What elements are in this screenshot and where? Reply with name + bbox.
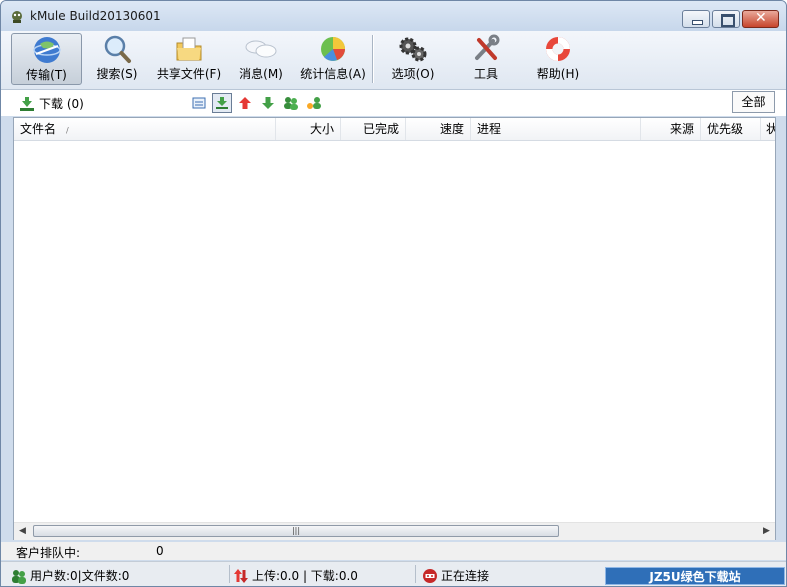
- site-watermark: JZ5U绿色下载站 www.jz5u.com: [605, 567, 785, 585]
- minimize-icon: [692, 20, 703, 25]
- window-list-icon: [192, 97, 206, 109]
- all-filter-button[interactable]: 全部: [732, 91, 775, 113]
- column-status[interactable]: 状: [761, 118, 775, 140]
- status-divider: [415, 565, 416, 583]
- download-arrow-icon: [20, 96, 34, 111]
- client-queue-row: 客户排队中: 0: [1, 542, 786, 560]
- status-divider: [229, 565, 230, 583]
- list-header: 文件名/ 大小 已完成 速度 进程 来源 优先级 状: [14, 118, 775, 141]
- maximize-button[interactable]: [712, 10, 740, 28]
- pie-chart-icon: [321, 37, 345, 61]
- scrollbar-thumb[interactable]: |||: [33, 525, 559, 537]
- queue-value: 0: [156, 544, 164, 558]
- toolbar-search-button[interactable]: 搜索(S): [89, 33, 145, 85]
- download-arrow-icon: [216, 97, 228, 109]
- main-toolbar: 传输(T) 搜索(S) 共享文件(F) 消息(M) 统计信息(A) 选项(O) …: [1, 31, 786, 90]
- scroll-left-arrow-icon[interactable]: ◀: [19, 526, 26, 536]
- chat-bubbles-icon: [245, 40, 277, 58]
- connection-status-icon: [423, 568, 437, 583]
- sources-view-button[interactable]: [304, 93, 324, 113]
- column-speed[interactable]: 速度: [406, 118, 471, 140]
- toolbar-messages-button[interactable]: 消息(M): [234, 33, 288, 85]
- horizontal-scrollbar[interactable]: ◀ ||| ▶: [14, 522, 775, 540]
- close-button[interactable]: ✕: [742, 10, 779, 28]
- clients-view-button[interactable]: [281, 93, 301, 113]
- status-connection: 正在连接: [422, 567, 489, 584]
- close-icon: ✕: [755, 10, 767, 26]
- upload-arrow-icon: [239, 97, 251, 109]
- column-completed[interactable]: 已完成: [341, 118, 406, 140]
- downloads-view-button[interactable]: [212, 93, 232, 113]
- title-bar[interactable]: kMule Build20130601 ✕: [1, 1, 786, 31]
- status-users-files: 用户数:0|文件数:0: [11, 567, 129, 584]
- users-files-text: 用户数:0|文件数:0: [30, 569, 130, 583]
- minimize-button[interactable]: [682, 10, 710, 28]
- toolbar-search-label: 搜索(S): [96, 67, 138, 81]
- status-transfer-rates: 上传:0.0 | 下载:0.0: [233, 567, 358, 584]
- download-queue-button[interactable]: [258, 93, 278, 113]
- status-bar: 用户数:0|文件数:0 上传:0.0 | 下载:0.0 正在连接 JZ5U绿色下…: [1, 561, 786, 586]
- toolbar-statistics-button[interactable]: 统计信息(A): [297, 33, 369, 85]
- toolbar-tools-label: 工具: [473, 67, 498, 81]
- sort-indicator-icon: /: [66, 126, 69, 135]
- toolbar-help-label: 帮助(H): [536, 67, 580, 81]
- column-size[interactable]: 大小: [276, 118, 341, 140]
- maximize-icon: [721, 14, 735, 27]
- column-sources[interactable]: 来源: [641, 118, 701, 140]
- view-toggle-group: [189, 93, 324, 113]
- scroll-right-arrow-icon[interactable]: ▶: [763, 526, 770, 536]
- toolbar-shared-files-label: 共享文件(F): [156, 67, 222, 81]
- split-view-button[interactable]: [189, 93, 209, 113]
- up-down-arrows-icon: [234, 568, 248, 583]
- users-icon: [12, 569, 26, 584]
- queue-label: 客户排队中:: [16, 546, 81, 560]
- toolbar-options-label: 选项(O): [391, 67, 435, 81]
- gears-icon: [399, 37, 427, 62]
- globe-transfer-icon: [32, 37, 61, 63]
- users-group-icon: [284, 97, 298, 110]
- download-count-label: 下载 (0): [39, 97, 84, 111]
- column-priority[interactable]: 优先级: [701, 118, 761, 140]
- uploads-view-button[interactable]: [235, 93, 255, 113]
- tools-icon: [475, 34, 500, 60]
- kmule-window: kMule Build20130601 ✕ 传输(T) 搜索(S) 共享文件(F…: [0, 0, 787, 587]
- column-filename[interactable]: 文件名 /: [14, 118, 276, 140]
- connection-status-text: 正在连接: [441, 569, 490, 583]
- toolbar-tools-button[interactable]: 工具: [464, 33, 508, 85]
- transfer-rates-text: 上传:0.0 | 下载:0.0: [252, 569, 358, 583]
- lifebuoy-icon: [546, 37, 570, 61]
- toolbar-separator: [372, 35, 374, 83]
- toolbar-options-button[interactable]: 选项(O): [385, 33, 441, 85]
- column-progress[interactable]: 进程: [471, 118, 641, 140]
- shared-folder-icon: [176, 37, 202, 61]
- download-subbar: 下载 (0) 全部: [1, 90, 786, 116]
- toolbar-help-button[interactable]: 帮助(H): [530, 33, 586, 85]
- toolbar-shared-files-button[interactable]: 共享文件(F): [154, 33, 224, 85]
- window-title: kMule Build20130601: [30, 9, 161, 23]
- download-count-toggle[interactable]: 下载 (0): [19, 95, 84, 112]
- green-down-arrow-icon: [262, 97, 274, 109]
- kmule-mule-icon: [12, 11, 22, 23]
- toolbar-messages-label: 消息(M): [239, 67, 283, 81]
- toolbar-transfer-button[interactable]: 传输(T): [11, 33, 82, 85]
- toolbar-transfer-label: 传输(T): [26, 68, 67, 82]
- download-list[interactable]: 文件名/ 大小 已完成 速度 进程 来源 优先级 状 ◀ ||| ▶: [13, 117, 776, 540]
- user-source-icon: [307, 97, 321, 109]
- toolbar-statistics-label: 统计信息(A): [300, 67, 366, 81]
- magnifier-icon: [104, 35, 131, 63]
